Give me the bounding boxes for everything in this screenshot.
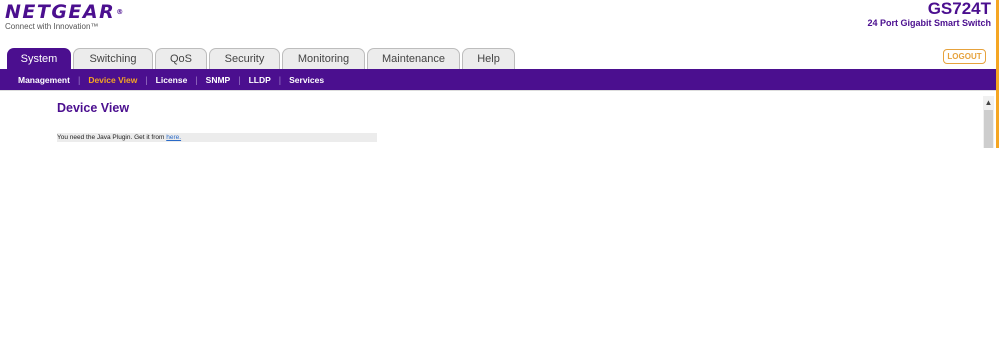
separator: | [278,74,282,85]
java-download-link[interactable]: here. [166,134,181,141]
page-title: Device View [57,101,130,115]
tab-qos[interactable]: QoS [155,48,207,69]
main-tabs: System Switching QoS Security Monitoring… [7,48,515,69]
device-info: GS724T 24 Port Gigabit Smart Switch [867,0,991,28]
vertical-scrollbar[interactable]: ▲ [983,96,994,148]
tab-system[interactable]: System [7,48,71,69]
tab-help[interactable]: Help [462,48,515,69]
notice-text: You need the Java Plugin. Get it from [57,134,167,141]
tab-monitoring[interactable]: Monitoring [282,48,365,69]
separator: | [145,74,148,85]
java-plugin-notice: You need the Java Plugin. Get it from he… [57,133,377,142]
subnav-management[interactable]: Management [18,75,70,85]
logo-text: NETGEAR® [5,1,125,23]
scroll-up-arrow-icon[interactable]: ▲ [983,96,994,109]
subnav-snmp[interactable]: SNMP [206,75,231,85]
logout-button[interactable]: LOGOUT [943,49,986,64]
separator: | [77,74,81,85]
brand-logo: NETGEAR® Connect with Innovation™ [5,2,125,31]
tab-maintenance[interactable]: Maintenance [367,48,460,69]
tagline: Connect with Innovation™ [5,22,99,31]
scroll-thumb[interactable] [984,110,993,148]
subnav-lldp[interactable]: LLDP [249,75,271,85]
sub-navigation: Management | Device View | License | SNM… [0,69,996,90]
device-description: 24 Port Gigabit Smart Switch [867,18,991,28]
tab-security[interactable]: Security [209,48,280,69]
subnav-device-view[interactable]: Device View [88,75,137,85]
tab-switching[interactable]: Switching [73,48,153,69]
subnav-license[interactable]: License [156,75,188,85]
subnav-services[interactable]: Services [289,75,324,85]
separator: | [238,74,241,85]
separator: | [195,74,198,85]
content-frame: Device View You need the Java Plugin. Ge… [0,90,996,149]
device-model: GS724T [927,0,991,18]
